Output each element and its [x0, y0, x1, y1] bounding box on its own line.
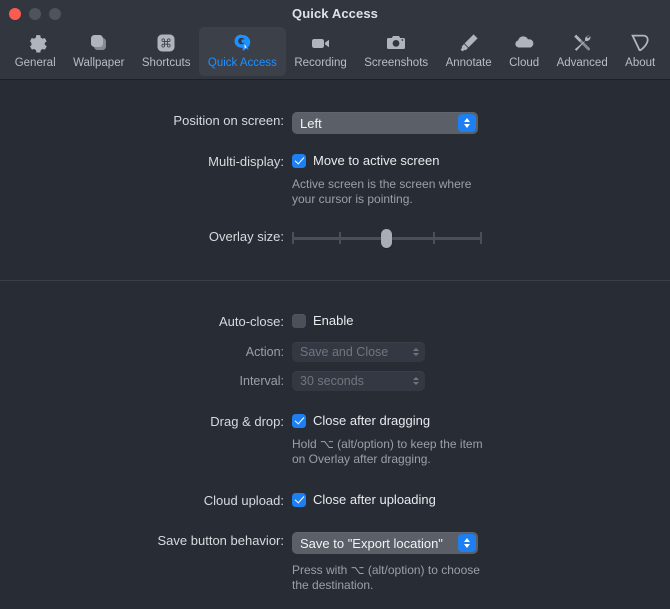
- tab-cloud[interactable]: Cloud: [500, 27, 548, 76]
- tag-icon: [628, 30, 652, 56]
- tab-general-label: General: [14, 57, 56, 69]
- action-label: Action:: [245, 345, 284, 359]
- save-behavior-label: Save button behavior:: [157, 533, 284, 548]
- setting-multi-display: Multi-display: Move to active screen Act…: [0, 153, 670, 207]
- tab-wallpaper[interactable]: Wallpaper: [64, 27, 133, 76]
- zoom-button[interactable]: [49, 7, 61, 20]
- tab-quick-access-label: Quick Access: [207, 57, 277, 69]
- preferences-window: Quick Access General Wallpaper ⌘ Shortcu…: [0, 0, 670, 609]
- camera-icon: [384, 30, 408, 56]
- position-popup-button[interactable]: Left: [292, 112, 478, 134]
- setting-position-on-screen: Position on screen: Left: [0, 112, 670, 134]
- checkbox-unchecked-icon: [292, 313, 306, 328]
- wallpaper-icon: [87, 30, 111, 56]
- minimize-button[interactable]: [29, 7, 41, 20]
- svg-text:⌘: ⌘: [160, 37, 172, 51]
- window-controls: [9, 0, 61, 27]
- auto-close-enable-checkbox[interactable]: Enable: [292, 313, 670, 328]
- chevron-updown-icon: [409, 345, 423, 359]
- setting-auto-close: Auto-close: Enable: [0, 313, 670, 331]
- action-value: Save and Close: [300, 345, 389, 359]
- marker-pen-icon: [457, 30, 481, 56]
- save-behavior-value: Save to "Export location": [300, 535, 443, 551]
- slider-tick: [433, 232, 435, 244]
- tab-annotate-label: Annotate: [445, 57, 492, 69]
- close-after-uploading-label: Close after uploading: [313, 492, 436, 507]
- move-to-active-screen-checkbox[interactable]: Move to active screen: [292, 153, 670, 168]
- chevron-updown-icon: [458, 534, 476, 552]
- window-title: Quick Access: [292, 6, 378, 21]
- close-button[interactable]: [9, 7, 21, 20]
- overlay-size-label: Overlay size:: [208, 229, 284, 244]
- slider-tick: [339, 232, 341, 244]
- interval-popup-button[interactable]: 30 seconds: [292, 371, 425, 391]
- tab-quick-access[interactable]: Quick Access: [199, 27, 286, 76]
- save-behavior-hint: Press with ⌥ (alt/option) to choose the …: [292, 563, 480, 592]
- setting-auto-close-action: Action: Save and Close: [0, 342, 670, 362]
- setting-cloud-upload: Cloud upload: Close after uploading: [0, 492, 670, 510]
- tab-annotate[interactable]: Annotate: [437, 27, 500, 76]
- auto-close-enable-label: Enable: [313, 313, 354, 328]
- close-after-dragging-checkbox[interactable]: Close after dragging: [292, 413, 670, 428]
- tab-screenshots[interactable]: Screenshots: [356, 27, 437, 76]
- setting-save-button-behavior: Save button behavior: Save to "Export lo…: [0, 532, 670, 593]
- video-camera-icon: [309, 30, 333, 56]
- overlay-size-slider[interactable]: [292, 228, 482, 248]
- save-behavior-popup-button[interactable]: Save to "Export location": [292, 532, 478, 554]
- close-after-dragging-label: Close after dragging: [313, 413, 431, 428]
- interval-value: 30 seconds: [300, 374, 364, 388]
- slider-tick: [292, 232, 294, 244]
- cloud-upload-label: Cloud upload:: [203, 493, 284, 508]
- tab-cloud-label: Cloud: [509, 57, 540, 69]
- cloud-icon: [512, 30, 536, 56]
- position-label: Position on screen:: [173, 113, 284, 128]
- quick-access-icon: [230, 30, 254, 56]
- settings-pane: Position on screen: Left Multi-display: …: [0, 80, 670, 609]
- tab-shortcuts[interactable]: ⌘ Shortcuts: [133, 27, 199, 76]
- tab-advanced-label: Advanced: [556, 57, 608, 69]
- checkbox-checked-icon: [292, 413, 306, 428]
- tab-about-label: About: [625, 57, 656, 69]
- move-to-active-screen-label: Move to active screen: [313, 153, 440, 168]
- auto-close-label: Auto-close:: [218, 314, 284, 329]
- command-key-icon: ⌘: [154, 30, 178, 56]
- setting-drag-and-drop: Drag & drop: Close after dragging Hold ⌥…: [0, 413, 670, 467]
- drag-drop-label: Drag & drop:: [210, 414, 284, 429]
- position-value: Left: [300, 115, 322, 131]
- setting-auto-close-interval: Interval: 30 seconds: [0, 371, 670, 391]
- preferences-toolbar: General Wallpaper ⌘ Shortcuts Quick Acce…: [0, 27, 670, 80]
- setting-overlay-size: Overlay size:: [0, 228, 670, 248]
- tab-screenshots-label: Screenshots: [364, 57, 429, 69]
- tools-icon: [570, 30, 594, 56]
- title-bar: Quick Access: [0, 0, 670, 27]
- tab-shortcuts-label: Shortcuts: [141, 57, 191, 69]
- tab-general[interactable]: General: [6, 27, 64, 76]
- interval-label: Interval:: [239, 374, 284, 388]
- tab-about[interactable]: About: [616, 27, 664, 76]
- action-popup-button[interactable]: Save and Close: [292, 342, 425, 362]
- multi-display-label: Multi-display:: [208, 154, 284, 169]
- tab-wallpaper-label: Wallpaper: [73, 57, 125, 69]
- tab-advanced[interactable]: Advanced: [548, 27, 617, 76]
- gear-icon: [23, 30, 47, 56]
- drag-drop-hint: Hold ⌥ (alt/option) to keep the item on …: [292, 437, 483, 466]
- slider-knob[interactable]: [381, 229, 392, 248]
- checkbox-checked-icon: [292, 492, 306, 507]
- checkbox-checked-icon: [292, 153, 306, 168]
- close-after-uploading-checkbox[interactable]: Close after uploading: [292, 492, 670, 507]
- multi-display-hint: Active screen is the screen where your c…: [292, 177, 472, 206]
- slider-tick: [480, 232, 482, 244]
- tab-recording-label: Recording: [294, 57, 347, 69]
- tab-recording[interactable]: Recording: [286, 27, 356, 76]
- chevron-updown-icon: [458, 114, 476, 132]
- chevron-updown-icon: [409, 374, 423, 388]
- section-divider: [0, 280, 670, 281]
